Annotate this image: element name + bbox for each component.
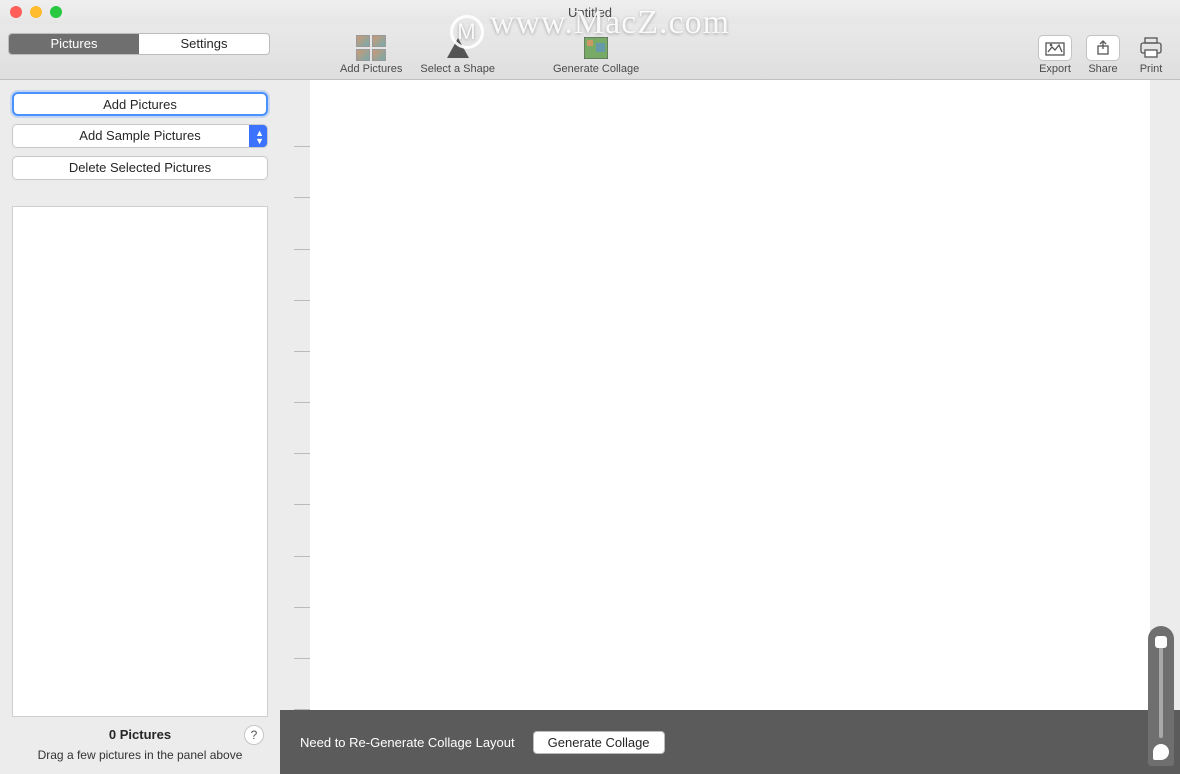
delete-selected-button[interactable]: Delete Selected Pictures [12, 156, 268, 180]
toolbar: Pictures Settings Add Pictures Select a … [0, 24, 1180, 80]
sidebar-footer: ? 0 Pictures Drag a few pictures in the … [12, 727, 268, 762]
generate-collage-button[interactable]: Generate Collage [533, 731, 665, 754]
vertical-ruler [294, 96, 310, 710]
window-title: Untitled [0, 5, 1180, 20]
chevron-updown-icon: ▲▼ [255, 129, 264, 145]
zoom-fit-icon[interactable] [1153, 744, 1169, 760]
sidebar-hint: Drag a few pictures in the panel above [12, 748, 268, 762]
zoom-slider[interactable] [1148, 626, 1174, 766]
toolbar-generate-collage[interactable]: Generate Collage [553, 35, 639, 75]
toolbar-select-shape[interactable]: Select a Shape [420, 35, 495, 75]
add-pictures-icon [356, 35, 386, 61]
collage-canvas[interactable] [310, 80, 1150, 710]
tab-settings[interactable]: Settings [139, 34, 269, 54]
tab-pictures[interactable]: Pictures [9, 34, 139, 54]
zoom-track[interactable] [1159, 636, 1163, 738]
titlebar: Untitled [0, 0, 1180, 24]
pictures-count: 0 Pictures [12, 727, 268, 742]
toolbar-add-pictures[interactable]: Add Pictures [340, 35, 402, 75]
add-pictures-button[interactable]: Add Pictures [12, 92, 268, 116]
toolbar-print[interactable]: Print [1134, 35, 1168, 75]
status-message: Need to Re-Generate Collage Layout [300, 735, 515, 750]
canvas-area: Need to Re-Generate Collage Layout Gener… [280, 80, 1180, 774]
print-icon [1134, 35, 1168, 61]
shape-triangle-icon [443, 35, 473, 61]
collage-icon [581, 35, 611, 61]
add-sample-pictures-dropdown[interactable]: Add Sample Pictures ▲▼ [12, 124, 268, 148]
segmented-tabs: Pictures Settings [8, 33, 270, 55]
help-button[interactable]: ? [244, 725, 264, 745]
sidebar: Add Pictures Add Sample Pictures ▲▼ Dele… [0, 80, 280, 774]
export-icon [1038, 35, 1072, 61]
toolbar-export[interactable]: Export [1038, 35, 1072, 75]
pictures-panel[interactable] [12, 206, 268, 717]
toolbar-share[interactable]: Share [1086, 35, 1120, 75]
zoom-thumb[interactable] [1155, 636, 1167, 648]
bottom-bar: Need to Re-Generate Collage Layout Gener… [280, 710, 1180, 774]
share-icon [1086, 35, 1120, 61]
